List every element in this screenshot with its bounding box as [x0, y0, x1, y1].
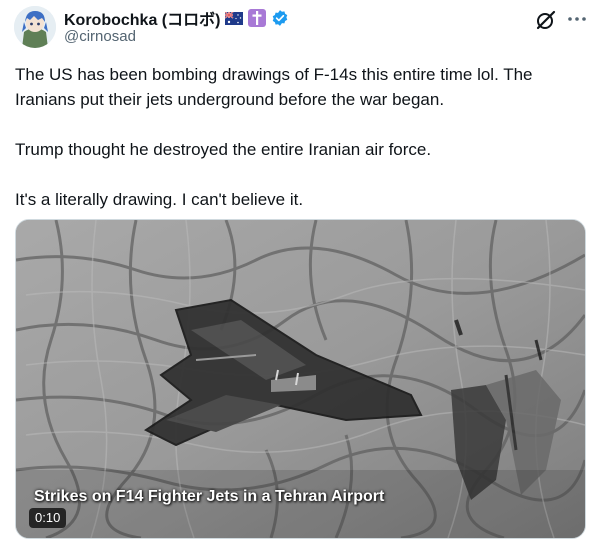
australia-flag-icon [225, 11, 244, 25]
author-handle[interactable]: @cirnosad [64, 28, 136, 45]
tweet-paragraph: The US has been bombing drawings of F-14… [15, 65, 533, 109]
more-options-icon[interactable] [566, 8, 588, 30]
grok-icon[interactable] [534, 8, 558, 32]
video-player[interactable]: Strikes on F14 Fighter Jets in a Tehran … [15, 219, 586, 539]
author-name-row: Korobochka (コロボ) [64, 7, 289, 29]
tweet-paragraph: It's a literally drawing. I can't believ… [15, 190, 304, 209]
verified-badge-icon[interactable] [271, 9, 289, 27]
tweet-paragraph: Trump thought he destroyed the entire Ir… [15, 140, 432, 159]
avatar-image [14, 6, 56, 48]
video-duration-badge: 0:10 [29, 508, 67, 528]
tweet-text: The US has been bombing drawings of F-14… [15, 62, 585, 212]
video-caption: Strikes on F14 Fighter Jets in a Tehran … [34, 488, 385, 505]
author-display-name[interactable]: Korobochka (コロボ) [64, 6, 220, 30]
cross-icon [248, 9, 267, 27]
avatar[interactable] [14, 6, 56, 48]
